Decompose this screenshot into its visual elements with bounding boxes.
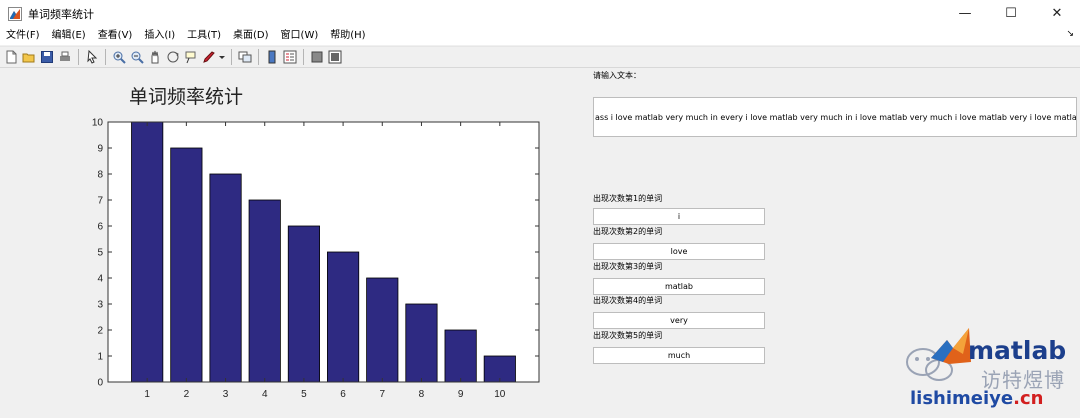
bar-8 bbox=[405, 303, 438, 383]
close-button[interactable]: ✕ bbox=[1034, 0, 1080, 27]
menu-tools[interactable]: 工具(T) bbox=[181, 27, 227, 45]
x-tick-label: 5 bbox=[301, 389, 307, 400]
menu-bar: 文件(F) 编辑(E) 查看(V) 插入(I) 工具(T) 桌面(D) 窗口(W… bbox=[0, 27, 1080, 45]
menu-desktop[interactable]: 桌面(D) bbox=[227, 27, 275, 45]
dock-arrow-icon[interactable]: ↘ bbox=[1066, 29, 1074, 39]
menu-view[interactable]: 查看(V) bbox=[92, 27, 139, 45]
new-file-icon[interactable] bbox=[2, 49, 19, 66]
x-tick-label: 7 bbox=[379, 389, 385, 400]
y-tick-label: 3 bbox=[97, 300, 103, 311]
print-icon[interactable] bbox=[56, 49, 73, 66]
bar-9 bbox=[444, 329, 477, 383]
pan-hand-icon[interactable] bbox=[146, 49, 163, 66]
rank2-label: 出现次数第2的单词 bbox=[593, 227, 663, 236]
y-tick-label: 10 bbox=[92, 118, 104, 129]
bar-1 bbox=[131, 121, 164, 383]
window-title: 单词频率统计 bbox=[28, 7, 94, 21]
brush-icon[interactable] bbox=[200, 49, 217, 66]
hide-plot-tools-icon[interactable] bbox=[308, 49, 325, 66]
menu-edit[interactable]: 编辑(E) bbox=[46, 27, 92, 45]
brush-dropdown-icon[interactable] bbox=[218, 49, 226, 66]
save-icon[interactable] bbox=[38, 49, 55, 66]
input-label: 请输入文本： bbox=[593, 71, 641, 80]
rank2-word-field[interactable]: love bbox=[593, 243, 765, 260]
bar-chart: 0 1 2 3 4 5 6 7 8 9 10 1 2 3 4 5 6 7 8 9 10 bbox=[92, 118, 540, 400]
pointer-icon[interactable] bbox=[83, 49, 100, 66]
y-tick-label: 4 bbox=[97, 274, 103, 285]
y-tick-label: 5 bbox=[97, 248, 103, 259]
data-cursor-icon[interactable] bbox=[182, 49, 199, 66]
toolbar-separator bbox=[105, 49, 106, 65]
figure-toolbar bbox=[0, 46, 1080, 68]
legend-icon[interactable] bbox=[281, 49, 298, 66]
y-tick-label: 9 bbox=[97, 144, 103, 155]
bar-4 bbox=[248, 199, 281, 383]
title-bar: 单词频率统计 — ☐ ✕ bbox=[0, 0, 1080, 28]
x-tick-label: 6 bbox=[340, 389, 346, 400]
colorbar-icon[interactable] bbox=[263, 49, 280, 66]
x-tick-label: 3 bbox=[223, 389, 229, 400]
x-tick-label: 10 bbox=[494, 389, 506, 400]
plot-title: 单词频率统计 bbox=[129, 86, 244, 108]
bar-5 bbox=[287, 225, 320, 383]
y-tick-label: 1 bbox=[97, 352, 103, 363]
x-tick-label: 8 bbox=[419, 389, 425, 400]
bar-2 bbox=[170, 147, 203, 383]
watermark: matlab 访特煜博 lishimeiye.cn bbox=[903, 322, 1080, 418]
maximize-button[interactable]: ☐ bbox=[988, 0, 1034, 27]
rank5-label: 出现次数第5的单词 bbox=[593, 331, 663, 340]
matlab-membrane-logo-icon bbox=[931, 328, 971, 364]
toolbar-separator bbox=[231, 49, 232, 65]
toolbar-separator bbox=[78, 49, 79, 65]
text-input[interactable]: ass i love matlab very much in every i l… bbox=[593, 97, 1077, 137]
bar-3 bbox=[209, 173, 242, 383]
watermark-site-main: lishimeiye bbox=[910, 388, 1014, 409]
rank1-label: 出现次数第1的单词 bbox=[593, 194, 663, 203]
minimize-button[interactable]: — bbox=[942, 0, 988, 27]
menu-help[interactable]: 帮助(H) bbox=[324, 27, 371, 45]
bar-6 bbox=[327, 251, 360, 383]
y-tick-label: 8 bbox=[97, 170, 103, 181]
watermark-site: lishimeiye.cn bbox=[910, 388, 1043, 409]
rotate-3d-icon[interactable] bbox=[164, 49, 181, 66]
matlab-figure-icon bbox=[8, 6, 22, 21]
menu-file[interactable]: 文件(F) bbox=[0, 27, 46, 45]
x-tick-label: 9 bbox=[458, 389, 464, 400]
menu-insert[interactable]: 插入(I) bbox=[138, 27, 181, 45]
rank3-word-field[interactable]: matlab bbox=[593, 278, 765, 295]
rank3-label: 出现次数第3的单词 bbox=[593, 262, 663, 271]
y-tick-label: 0 bbox=[97, 378, 103, 389]
x-tick-label: 2 bbox=[184, 389, 190, 400]
rank5-word-field[interactable]: much bbox=[593, 347, 765, 364]
zoom-in-icon[interactable] bbox=[110, 49, 127, 66]
watermark-brand: matlab bbox=[968, 336, 1067, 365]
toolbar-separator bbox=[258, 49, 259, 65]
link-plot-icon[interactable] bbox=[236, 49, 253, 66]
x-tick-label: 1 bbox=[144, 389, 150, 400]
rank4-word-field[interactable]: very bbox=[593, 312, 765, 329]
rank4-label: 出现次数第4的单词 bbox=[593, 296, 663, 305]
zoom-out-icon[interactable] bbox=[128, 49, 145, 66]
rank1-word-field[interactable]: i bbox=[593, 208, 765, 225]
bar-7 bbox=[366, 277, 399, 383]
toolbar-separator bbox=[303, 49, 304, 65]
y-tick-label: 7 bbox=[97, 196, 103, 207]
watermark-site-suffix: .cn bbox=[1013, 388, 1044, 409]
y-tick-label: 2 bbox=[97, 326, 103, 337]
y-tick-label: 6 bbox=[97, 222, 103, 233]
open-folder-icon[interactable] bbox=[20, 49, 37, 66]
show-plot-tools-icon[interactable] bbox=[326, 49, 343, 66]
menu-window[interactable]: 窗口(W) bbox=[275, 27, 325, 45]
x-tick-label: 4 bbox=[262, 389, 268, 400]
